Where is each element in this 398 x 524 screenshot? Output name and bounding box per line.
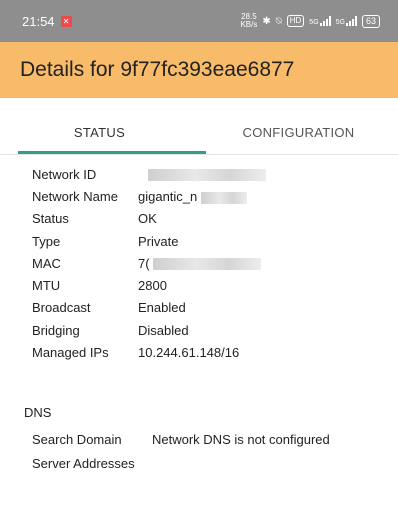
clock: 21:54	[22, 13, 55, 29]
app-notification-icon: ✕	[60, 15, 72, 27]
dns-details: Search Domain Network DNS is not configu…	[32, 427, 392, 475]
detail-row-status: Status OK	[32, 208, 382, 230]
status-bar-left: 21:54 ✕	[22, 14, 72, 29]
dns-value: Network DNS is not configured	[152, 431, 330, 447]
network-speed-unit: KB/s	[240, 20, 258, 29]
detail-value	[138, 167, 382, 182]
detail-row-bridging: Bridging Disabled	[32, 319, 382, 341]
app-bar: Details for 9f77fc393eae6877	[0, 42, 398, 98]
battery-icon: 63	[361, 14, 380, 28]
detail-label: Network Name	[32, 188, 118, 204]
network-name-value: gigantic_n	[138, 188, 198, 204]
detail-label: Network ID	[32, 166, 97, 182]
tab-divider	[0, 154, 398, 155]
detail-row-mtu: MTU 2800	[32, 274, 382, 296]
dns-row-search-domain: Search Domain Network DNS is not configu…	[32, 427, 392, 451]
dns-label: Server Addresses	[32, 455, 135, 471]
tab-bar: STATUS CONFIGURATION	[0, 110, 398, 154]
detail-value: Disabled	[138, 322, 189, 338]
detail-value: Private	[138, 233, 179, 249]
detail-row-broadcast: Broadcast Enabled	[32, 297, 382, 319]
detail-row-managed-ips: Managed IPs 10.244.61.148/16	[32, 341, 382, 363]
status-bar-right: 28.5 KB/s ✱ ⍉ HD 5G 5G 63	[240, 13, 380, 29]
detail-label: Type	[32, 233, 61, 249]
tab-status[interactable]: STATUS	[0, 110, 199, 154]
redacted-region	[148, 169, 266, 182]
detail-label: Managed IPs	[32, 345, 109, 361]
signal-1: 5G	[309, 16, 331, 26]
detail-row-network-id: Network ID	[32, 163, 382, 185]
detail-value: gigantic_n	[138, 189, 382, 204]
tab-configuration-label: CONFIGURATION	[242, 124, 355, 140]
hd-badge: HD	[286, 15, 305, 27]
network-speed: 28.5 KB/s	[240, 13, 257, 29]
no-notifications-icon: ⍉	[275, 15, 282, 27]
mac-value: 7(	[138, 255, 150, 271]
tab-status-label: STATUS	[73, 124, 126, 140]
detail-label: MTU	[32, 278, 61, 294]
detail-label: Broadcast	[32, 300, 91, 316]
system-status-bar: 21:54 ✕ 28.5 KB/s ✱ ⍉ HD 5G 5G 63	[0, 0, 398, 42]
detail-value: 2800	[138, 278, 167, 294]
tab-configuration[interactable]: CONFIGURATION	[199, 110, 398, 154]
signal-2-bars-icon	[345, 16, 357, 26]
detail-label: MAC	[32, 255, 61, 271]
detail-row-mac: MAC 7(	[32, 252, 382, 274]
redacted-region	[153, 258, 262, 271]
detail-label: Bridging	[32, 322, 80, 338]
detail-value: 7(	[138, 256, 382, 271]
battery-level: 63	[365, 15, 376, 26]
bluetooth-icon: ✱	[262, 15, 271, 27]
signal-2: 5G	[336, 16, 357, 26]
detail-row-network-name: Network Name gigantic_n	[32, 185, 382, 207]
detail-row-type: Type Private	[32, 230, 382, 252]
network-details: Network ID Network Name gigantic_n Statu…	[32, 163, 382, 364]
dns-row-server-addresses: Server Addresses	[32, 451, 392, 475]
detail-value: 10.244.61.148/16	[138, 345, 240, 361]
redacted-region	[200, 191, 247, 204]
dns-section-title: DNS	[24, 405, 52, 420]
detail-value: OK	[138, 211, 157, 227]
page-title: Details for 9f77fc393eae6877	[20, 58, 295, 81]
detail-label: Status	[32, 211, 69, 227]
signal-2-label: 5G	[335, 19, 345, 26]
dns-label: Search Domain	[32, 431, 122, 447]
signal-1-bars-icon	[319, 16, 331, 26]
signal-1-label: 5G	[309, 19, 319, 26]
detail-value: Enabled	[138, 300, 186, 316]
